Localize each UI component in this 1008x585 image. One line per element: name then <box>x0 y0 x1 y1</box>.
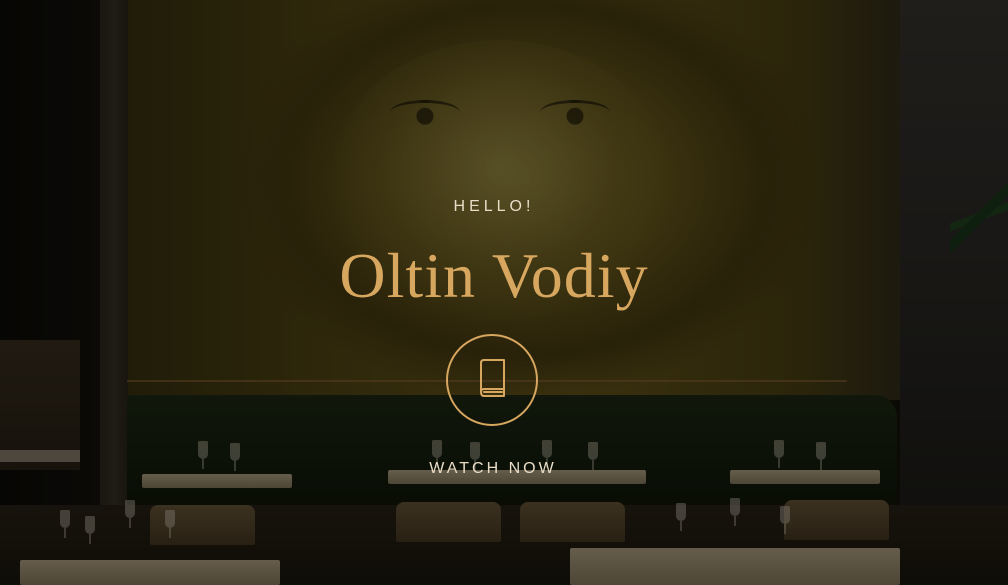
hero-title: Oltin Vodiy <box>339 240 649 311</box>
hero-eyebrow: HELLO! <box>453 198 535 215</box>
book-icon <box>475 358 509 403</box>
watch-now-button[interactable] <box>446 334 538 426</box>
hero-section: HELLO! Oltin Vodiy WATCH NOW <box>0 0 1008 585</box>
watch-now-label[interactable]: WATCH NOW <box>0 460 986 478</box>
hero-content: HELLO! Oltin Vodiy WATCH NOW <box>0 0 1008 585</box>
